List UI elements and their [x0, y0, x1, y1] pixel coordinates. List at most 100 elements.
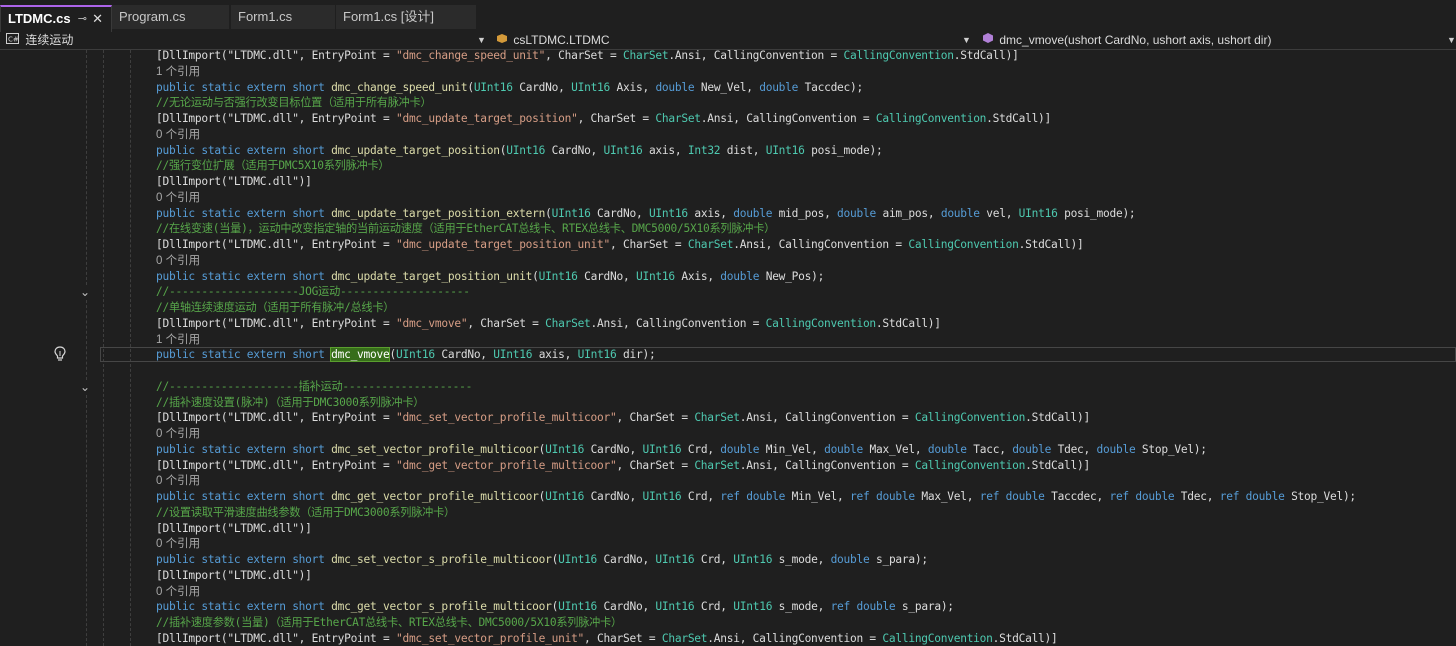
code-token: .StdCall)]	[992, 631, 1058, 645]
code-line[interactable]: 1 个引用	[156, 332, 200, 348]
tab-form1-cs[interactable]: Form1.cs	[231, 5, 335, 29]
code-line[interactable]: 0 个引用	[156, 253, 200, 269]
code-token: CharSet	[694, 411, 740, 425]
reference-count-lens[interactable]: 1 个引用	[156, 334, 200, 346]
pin-icon[interactable]: ⊸	[78, 7, 87, 31]
code-token: ref double	[830, 600, 896, 614]
code-token: CardNo,	[545, 143, 604, 157]
code-line[interactable]: 0 个引用	[156, 426, 200, 442]
code-token: UInt16	[733, 553, 773, 566]
chevron-down-icon[interactable]: ⌄	[79, 381, 91, 393]
code-line[interactable]: public static extern short dmc_update_ta…	[156, 269, 824, 285]
code-line[interactable]: //无论运动与否强行改变目标位置（适用于所有脉冲卡）	[156, 95, 432, 111]
chevron-down-icon[interactable]: ▼	[1447, 32, 1456, 49]
reference-count-lens[interactable]: 0 个引用	[156, 192, 200, 204]
code-token: CallingConvention	[875, 112, 987, 125]
code-line[interactable]: [DllImport("LTDMC.dll", EntryPoint = "dm…	[156, 458, 1090, 474]
code-token: double	[837, 206, 876, 220]
code-line[interactable]: //--------------------插补运动--------------…	[156, 379, 472, 395]
code-line[interactable]: public static extern short dmc_update_ta…	[156, 206, 1136, 222]
chevron-down-icon[interactable]: ▼	[962, 32, 971, 49]
code-line[interactable]: [DllImport("LTDMC.dll")]	[156, 521, 312, 537]
reference-count-lens[interactable]: 0 个引用	[156, 586, 200, 598]
tab-program-cs[interactable]: Program.cs	[112, 5, 229, 29]
code-token: Int32	[687, 143, 721, 157]
code-line[interactable]: public static extern short dmc_update_ta…	[156, 143, 883, 159]
reference-count-lens[interactable]: 0 个引用	[156, 255, 200, 267]
code-token: //强行变位扩展（适用于DMC5X10系列脉冲卡）	[156, 159, 390, 173]
code-token: .StdCall)]	[1025, 458, 1090, 472]
code-token: posi_mode);	[1057, 206, 1136, 220]
code-line[interactable]: //强行变位扩展（适用于DMC5X10系列脉冲卡）	[156, 158, 390, 174]
code-line[interactable]: 0 个引用	[156, 536, 200, 552]
code-line[interactable]: 1 个引用	[156, 64, 200, 80]
code-token: UInt16	[545, 442, 585, 456]
code-line[interactable]: public static extern short dmc_set_vecto…	[156, 552, 928, 568]
code-line[interactable]: //设置读取平滑速度曲线参数（适用于DMC3000系列脉冲卡）	[156, 505, 455, 521]
code-line[interactable]: public static extern short dmc_get_vecto…	[156, 599, 954, 615]
code-token: Max_Vel,	[863, 442, 928, 456]
code-token: double	[720, 442, 760, 456]
code-token: .Ansi, CallingConvention =	[707, 631, 883, 645]
code-token: dmc_get_vector_profile_multicoor	[331, 490, 539, 503]
code-token: Taccdec,	[1044, 490, 1110, 503]
code-line[interactable]: 0 个引用	[156, 127, 200, 143]
code-token: CardNo,	[577, 269, 636, 283]
code-line[interactable]: //--------------------JOG运动-------------…	[156, 284, 470, 300]
code-token: UInt16	[733, 600, 773, 614]
code-token: dmc_update_target_position_extern	[331, 206, 546, 220]
class-name: csLTDMC.LTDMC	[513, 33, 610, 47]
code-line[interactable]: public static extern short dmc_vmove(UIn…	[156, 347, 656, 363]
code-line[interactable]: 0 个引用	[156, 190, 200, 206]
code-line[interactable]: public static extern short dmc_get_vecto…	[156, 489, 1356, 505]
code-line[interactable]: [DllImport("LTDMC.dll")]	[156, 568, 312, 584]
code-token: dmc_update_target_position_unit	[331, 269, 533, 283]
code-line[interactable]: [DllImport("LTDMC.dll", EntryPoint = "dm…	[156, 631, 1058, 646]
code-line[interactable]: [DllImport("LTDMC.dll")]	[156, 174, 312, 190]
code-line[interactable]: //插补速度参数(当量)（适用于EtherCAT总线卡、RTEX总线卡、DMC5…	[156, 615, 622, 631]
code-line[interactable]: public static extern short dmc_change_sp…	[156, 80, 863, 96]
code-token: double	[1096, 442, 1136, 456]
code-line[interactable]: [DllImport("LTDMC.dll", EntryPoint = "dm…	[156, 237, 1084, 253]
code-token: CharSet	[694, 458, 740, 472]
project-dropdown[interactable]: C# 连续运动	[6, 32, 486, 49]
code-editor[interactable]: ⌄ ⌄ [DllImport("LTDMC.dll", EntryPoint =…	[0, 50, 1456, 646]
reference-count-lens[interactable]: 1 个引用	[156, 66, 200, 78]
code-line[interactable]: //在线变速(当量)，运动中改变指定轴的当前运动速度（适用于EtherCAT总线…	[156, 221, 775, 237]
member-name: dmc_vmove(ushort CardNo, ushort axis, us…	[999, 33, 1272, 47]
reference-count-lens[interactable]: 0 个引用	[156, 475, 200, 487]
code-token: , CharSet =	[577, 112, 656, 125]
tab-form1-designer[interactable]: Form1.cs [设计]	[336, 5, 476, 29]
chevron-down-icon[interactable]: ▼	[477, 32, 486, 49]
code-line[interactable]: public static extern short dmc_set_vecto…	[156, 442, 1207, 458]
code-line[interactable]: //插补速度设置(脉冲)（适用于DMC3000系列脉冲卡）	[156, 395, 424, 411]
code-line[interactable]: //单轴连续速度运动（适用于所有脉冲/总线卡）	[156, 300, 394, 316]
code-token: New_Vel,	[694, 80, 760, 94]
code-token: UInt16	[473, 80, 513, 94]
code-token: vel,	[979, 206, 1019, 220]
code-line[interactable]: [DllImport("LTDMC.dll", EntryPoint = "dm…	[156, 50, 1019, 64]
code-line[interactable]: [DllImport("LTDMC.dll", EntryPoint = "dm…	[156, 111, 1051, 127]
reference-count-lens[interactable]: 0 个引用	[156, 129, 200, 141]
chevron-down-icon[interactable]: ⌄	[79, 286, 91, 298]
code-token: double	[830, 553, 870, 566]
fold-guide	[86, 50, 87, 285]
code-line[interactable]: 0 个引用	[156, 473, 200, 489]
tab-ltdmc-cs[interactable]: LTDMC.cs ⊸ ✕	[0, 5, 112, 32]
code-line[interactable]: [DllImport("LTDMC.dll", EntryPoint = "dm…	[156, 316, 941, 332]
svg-text:C#: C#	[8, 36, 19, 44]
reference-count-lens[interactable]: 0 个引用	[156, 538, 200, 550]
code-token: double	[720, 269, 760, 283]
code-token: CallingConvention	[908, 238, 1019, 251]
highlighted-symbol[interactable]: dmc_vmove	[330, 347, 391, 363]
code-token: posi_mode);	[804, 143, 883, 157]
close-icon[interactable]: ✕	[92, 7, 103, 31]
code-line[interactable]: [DllImport("LTDMC.dll", EntryPoint = "dm…	[156, 410, 1090, 426]
lightbulb-icon[interactable]	[53, 346, 67, 362]
code-token: Crd,	[694, 600, 734, 614]
reference-count-lens[interactable]: 0 个引用	[156, 428, 200, 440]
class-dropdown[interactable]: csLTDMC.LTDMC	[496, 32, 966, 49]
code-token: dist,	[720, 143, 766, 157]
code-line[interactable]: 0 个引用	[156, 584, 200, 600]
member-dropdown[interactable]: dmc_vmove(ushort CardNo, ushort axis, us…	[982, 32, 1447, 49]
